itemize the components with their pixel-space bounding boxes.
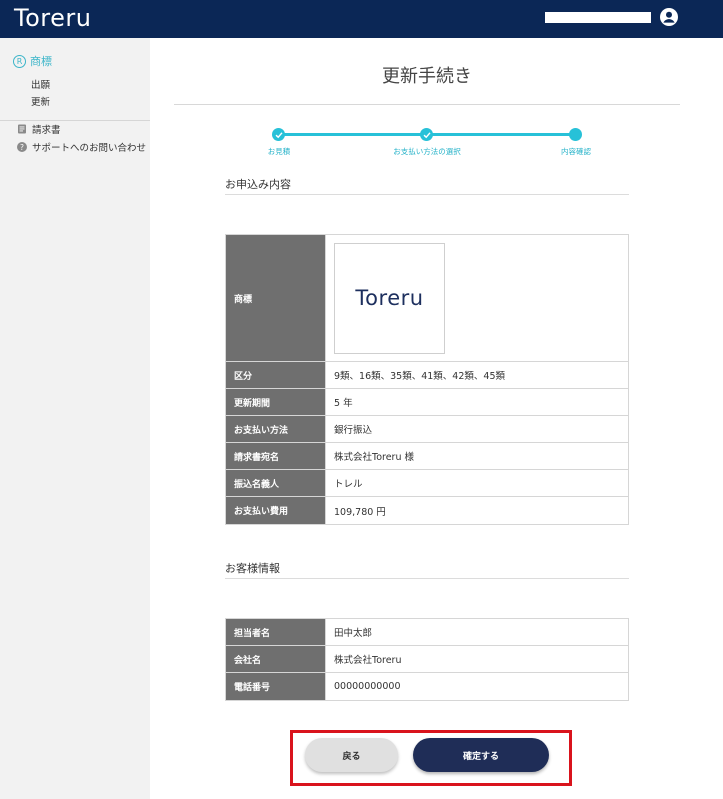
table-row: 会社名 株式会社Toreru <box>225 645 629 673</box>
row-value: 株式会社Toreru 様 <box>325 442 629 470</box>
table-row: 振込名義人 トレル <box>225 469 629 497</box>
row-label: 区分 <box>225 361 326 389</box>
help-icon: ? <box>17 142 27 152</box>
row-label: 商標 <box>225 234 326 362</box>
sidebar-item-trademark[interactable]: R 商標 <box>13 53 52 69</box>
step-label: 内容確認 <box>561 147 591 156</box>
trademark-icon: R <box>13 54 26 68</box>
table-row: 商標 Toreru <box>225 234 629 362</box>
step-label: お見積 <box>267 147 291 156</box>
user-name-redacted <box>545 12 651 23</box>
row-value: 00000000000 <box>325 672 629 701</box>
table-row: 区分 9類、16類、35類、41類、42類、45類 <box>225 361 629 389</box>
row-label: 振込名義人 <box>225 469 326 497</box>
table-row: お支払い費用 109,780 円 <box>225 496 629 525</box>
sidebar-item-invoice[interactable]: 請求書 <box>17 122 61 136</box>
table-row: 更新期間 5 年 <box>225 388 629 416</box>
table-row: 担当者名 田中太郎 <box>225 618 629 646</box>
back-button[interactable]: 戻る <box>305 738 398 772</box>
top-header: Toreru <box>0 0 723 38</box>
account-circle-icon[interactable] <box>660 8 678 26</box>
row-value: 銀行振込 <box>325 415 629 443</box>
step-2-check-icon <box>420 128 433 141</box>
svg-text:?: ? <box>20 143 24 152</box>
row-label: 請求書宛名 <box>225 442 326 470</box>
trademark-logo-text: Toreru <box>355 286 424 310</box>
sidebar-subitem-renewal[interactable]: 更新 <box>31 94 50 108</box>
section-title-customer: お客様情報 <box>225 562 280 575</box>
confirm-button[interactable]: 確定する <box>413 738 549 772</box>
row-value: 株式会社Toreru <box>325 645 629 673</box>
section-divider <box>225 578 629 579</box>
sidebar-item-support[interactable]: ? サポートへのお問い合わせ <box>17 140 146 154</box>
row-label: 会社名 <box>225 645 326 673</box>
application-table: 商標 Toreru 区分 9類、16類、35類、41類、42類、45類 更新期間… <box>225 234 629 525</box>
step-3-current-dot <box>569 128 582 141</box>
app-logo[interactable]: Toreru <box>14 4 91 32</box>
row-label: 電話番号 <box>225 672 326 701</box>
sidebar-item-label: 請求書 <box>32 125 61 136</box>
row-value: 109,780 円 <box>325 496 629 525</box>
page-title: 更新手続き <box>382 66 472 87</box>
trademark-logo-image: Toreru <box>334 242 445 354</box>
table-row: 電話番号 00000000000 <box>225 672 629 701</box>
sidebar-subitem-application[interactable]: 出願 <box>31 77 50 91</box>
section-divider <box>225 194 629 195</box>
sidebar-item-label: サポートへのお問い合わせ <box>32 143 147 154</box>
row-value: トレル <box>325 469 629 497</box>
row-value: 9類、16類、35類、41類、42類、45類 <box>325 361 629 389</box>
trademark-image-cell: Toreru <box>325 234 629 362</box>
sidebar-divider <box>0 120 150 121</box>
table-row: お支払い方法 銀行振込 <box>225 415 629 443</box>
sidebar: R 商標 出願 更新 請求書 ? サポートへのお問い合わせ <box>0 38 150 799</box>
customer-table: 担当者名 田中太郎 会社名 株式会社Toreru 電話番号 0000000000… <box>225 618 629 701</box>
row-value: 5 年 <box>325 388 629 416</box>
row-label: 更新期間 <box>225 388 326 416</box>
table-row: 請求書宛名 株式会社Toreru 様 <box>225 442 629 470</box>
title-divider <box>174 104 680 105</box>
section-title-application: お申込み内容 <box>225 178 291 191</box>
invoice-icon <box>18 124 26 134</box>
row-value: 田中太郎 <box>325 618 629 646</box>
row-label: お支払い費用 <box>225 496 326 525</box>
row-label: 担当者名 <box>225 618 326 646</box>
step-label: お支払い方法の選択 <box>393 147 461 156</box>
step-1-check-icon <box>272 128 285 141</box>
row-label: お支払い方法 <box>225 415 326 443</box>
sidebar-item-label: 商標 <box>30 55 52 68</box>
